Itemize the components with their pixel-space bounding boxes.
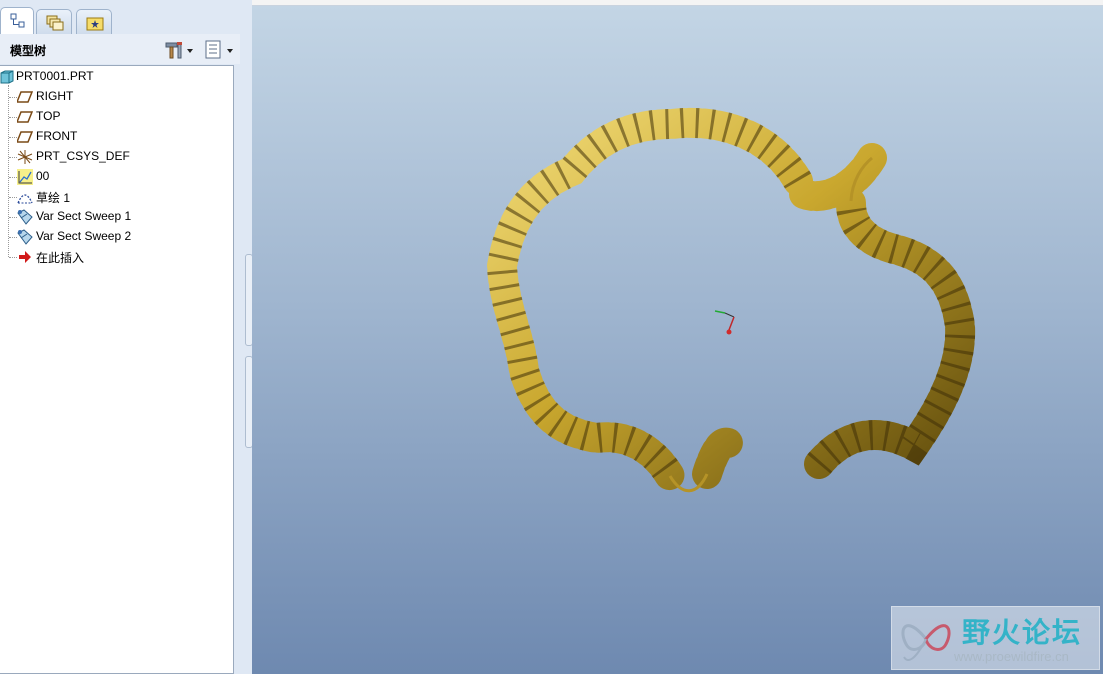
favorites-tab[interactable] xyxy=(76,9,112,34)
tree-item-label: Var Sect Sweep 2 xyxy=(36,229,132,243)
tree-item-label: 00 xyxy=(36,169,50,183)
tree-settings-button[interactable] xyxy=(163,40,197,60)
tree-connector xyxy=(8,85,9,257)
layers-icon xyxy=(46,15,64,31)
tree-item-label: Var Sect Sweep 1 xyxy=(36,209,132,223)
coordinate-triad-icon xyxy=(714,310,735,335)
layers-tab[interactable] xyxy=(36,9,72,34)
navigator-tab-bar xyxy=(0,6,252,35)
tree-connector xyxy=(9,157,17,158)
part-icon xyxy=(0,70,14,84)
datum-plane-icon xyxy=(17,131,33,143)
butterfly-logo-icon xyxy=(901,624,951,661)
tree-item-label: 草绘 1 xyxy=(36,191,71,205)
show-list-icon xyxy=(205,40,221,59)
panel-splitter[interactable] xyxy=(240,34,253,674)
navigator-panel: 模型树 PRT0001.PRT RIGHT TOP FRONT PRT_CSYS… xyxy=(0,0,253,674)
sweep-feature-icon xyxy=(17,209,33,225)
datum-plane-icon xyxy=(17,111,33,123)
model-tree-header: 模型树 xyxy=(0,34,240,64)
settings-hammer-icon xyxy=(165,42,182,59)
watermark-url: www.proewildfire.cn xyxy=(954,649,1069,664)
tree-connector xyxy=(9,97,17,98)
tree-show-button[interactable] xyxy=(203,40,237,60)
tree-item-label: 在此插入 xyxy=(36,251,85,265)
tree-root-label: PRT0001.PRT xyxy=(16,69,94,83)
tree-item-label: TOP xyxy=(36,109,61,123)
tree-connector xyxy=(9,237,17,238)
model-tree: PRT0001.PRT RIGHT TOP FRONT PRT_CSYS_DEF… xyxy=(0,65,234,674)
tree-connector xyxy=(9,197,17,198)
tree-connector xyxy=(9,217,17,218)
forum-watermark: 野火论坛 www.proewildfire.cn xyxy=(891,606,1100,670)
datum-graph-icon xyxy=(17,169,33,185)
tree-icon xyxy=(10,13,25,28)
tree-connector xyxy=(9,117,17,118)
datum-plane-icon xyxy=(17,91,33,103)
sketch-icon xyxy=(17,194,33,204)
tree-connector xyxy=(9,177,17,178)
tree-item-label: PRT_CSYS_DEF xyxy=(36,149,130,163)
helical-ribbon-model xyxy=(486,107,976,493)
chevron-down-icon xyxy=(187,49,193,53)
model-tree-tab[interactable] xyxy=(0,7,34,35)
insert-here-arrow-icon xyxy=(19,251,31,263)
3d-model-view xyxy=(486,107,976,493)
tree-connector xyxy=(9,137,17,138)
tree-item-label: FRONT xyxy=(36,129,78,143)
watermark-title: 野火论坛 xyxy=(962,616,1083,649)
graphics-viewport[interactable] xyxy=(252,6,1103,674)
tree-connector xyxy=(9,257,17,258)
model-tree-title: 模型树 xyxy=(10,44,47,58)
sweep-feature-icon xyxy=(17,229,33,245)
star-folder-icon xyxy=(86,17,104,31)
coordinate-system-icon xyxy=(17,150,33,164)
chevron-down-icon xyxy=(227,49,233,53)
tree-item-label: RIGHT xyxy=(36,89,74,103)
